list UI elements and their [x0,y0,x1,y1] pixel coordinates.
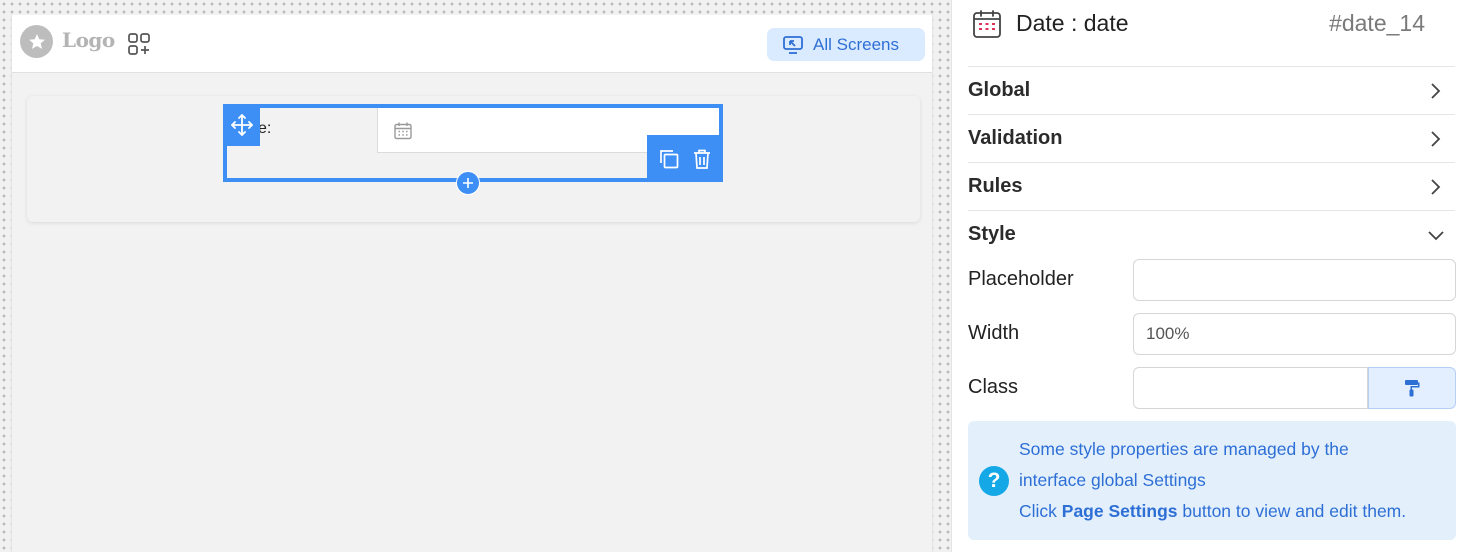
section-style[interactable]: Style [968,210,1455,258]
field-action-bar [647,135,723,182]
design-canvas[interactable]: Logo All Screens e: [0,0,951,552]
chevron-right-icon [1429,130,1441,148]
section-label: Validation [968,127,1063,149]
apps-add-icon[interactable] [126,31,152,57]
info-text: Some style properties are managed by the… [1019,434,1449,527]
screen-preview[interactable]: Logo All Screens e: [11,15,933,552]
info-line-3-pre: Click [1019,501,1062,521]
section-global[interactable]: Global [968,66,1455,114]
logo-text: Logo [62,28,115,52]
info-line-1: Some style properties are managed by the [1019,439,1349,459]
class-input[interactable] [1133,367,1368,409]
section-label: Global [968,79,1031,101]
panel-header: Date : date #date_14 [952,0,1465,50]
section-label: Style [968,223,1016,245]
add-field-plus-icon[interactable] [456,171,480,195]
placeholder-label: Placeholder [968,268,1074,290]
chevron-right-icon [1429,178,1441,196]
section-validation[interactable]: Validation [968,114,1455,162]
calendar-icon [393,121,413,145]
paint-roller-icon [1403,378,1421,398]
date-field-label: e: [258,120,272,137]
info-line-3-post: button to view and edit them. [1177,501,1407,521]
preview-topbar: Logo All Screens [12,15,932,73]
section-rules[interactable]: Rules [968,162,1455,210]
width-label: Width [968,322,1020,344]
field-id: #date_14 [1329,10,1425,36]
width-input[interactable] [1133,313,1456,355]
question-icon: ? [979,466,1009,496]
all-screens-label: All Screens [813,34,899,54]
info-line-3: Click Page Settings button to view and e… [1019,496,1449,527]
copy-icon[interactable] [658,148,680,170]
all-screens-button[interactable]: All Screens [767,28,925,61]
move-handle-icon[interactable] [223,104,260,146]
panel-title: Date : date [1016,10,1129,36]
style-info-box: ? Some style properties are managed by t… [968,421,1456,540]
monitor-arrow-icon [782,35,804,55]
info-line-2: interface global Settings [1019,470,1206,490]
chevron-right-icon [1429,82,1441,100]
properties-panel: Date : date #date_14 Global Validation R… [951,0,1465,552]
section-label: Rules [968,175,1023,197]
placeholder-input[interactable] [1133,259,1456,301]
trash-icon[interactable] [692,148,712,170]
class-label: Class [968,376,1019,398]
date-calendar-icon [972,9,1002,43]
paint-roller-button[interactable] [1368,367,1456,409]
chevron-down-icon [1427,229,1445,241]
page-settings-link: Page Settings [1061,501,1178,521]
logo-star-icon [20,25,53,58]
